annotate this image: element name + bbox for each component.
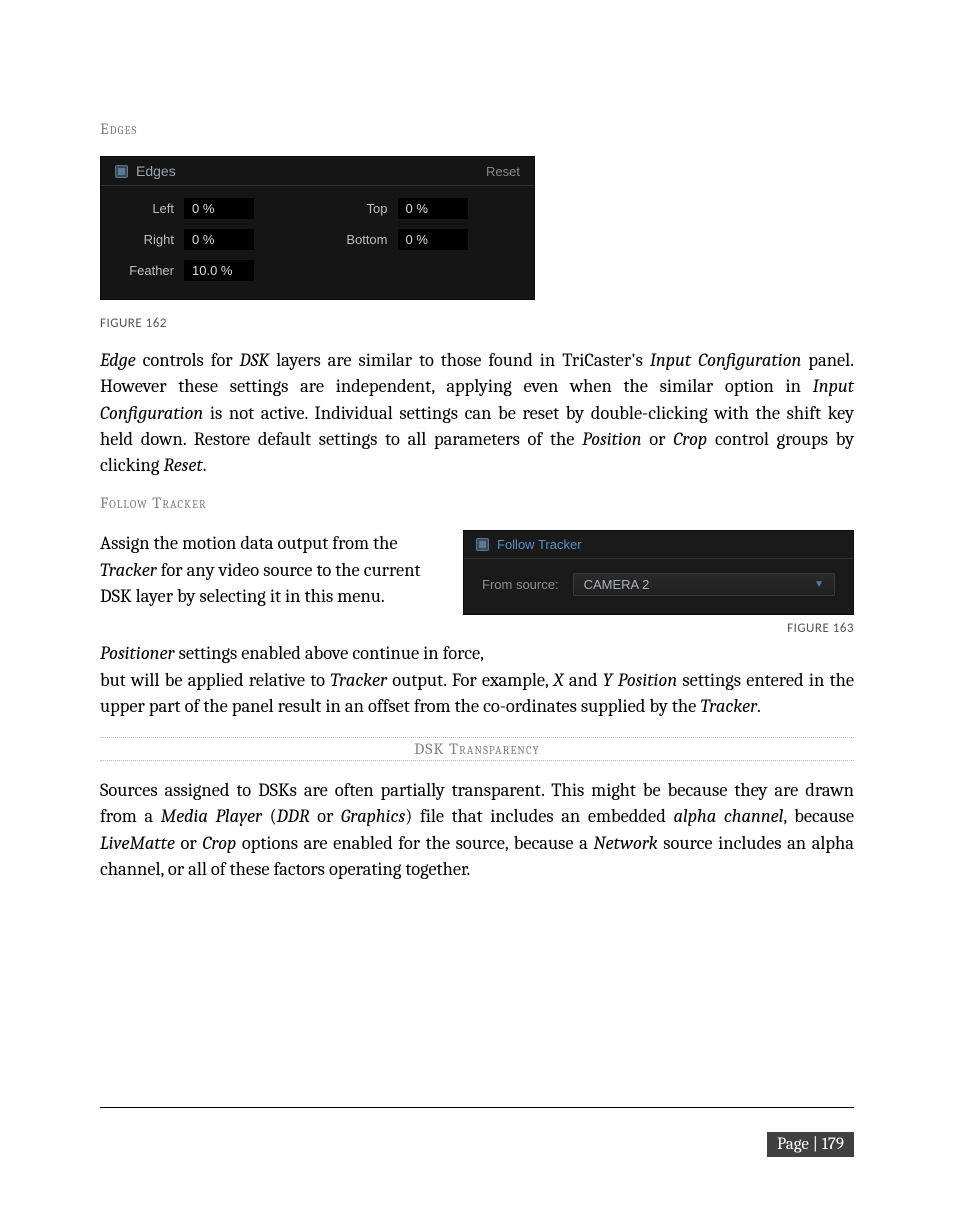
txt-media-player: Media Player [161,805,262,827]
edges-panel: Edges Reset Left 0 % Top 0 % Right 0 % B… [100,156,535,300]
edge-bottom-value[interactable]: 0 % [398,229,468,250]
figure-163-caption: FIGURE 163 [463,621,854,636]
follow-tracker-checkbox-icon[interactable] [476,538,489,551]
edge-feather-value[interactable]: 10.0 % [184,260,254,281]
edge-left-label: Left [119,201,174,216]
edge-bottom-row: Bottom 0 % [333,229,517,250]
txt-position: Position [582,428,641,450]
edges-panel-title: Edges [136,163,176,179]
figure-162-caption: FIGURE 162 [100,316,854,331]
txt-ddr: DDR [277,805,310,827]
txt-reset: Reset [163,454,202,476]
txt-livematte: LiveMatte [100,832,175,854]
edge-right-row: Right 0 % [119,229,303,250]
para-assign-motion: Assign the motion data output from the T… [100,530,445,609]
edges-panel-body: Left 0 % Top 0 % Right 0 % Bottom 0 % Fe… [101,186,534,299]
txt-positioner: Positioner [100,642,175,664]
edge-right-label: Right [119,232,174,247]
follow-tracker-body: From source: CAMERA 2 ▼ [464,559,853,614]
from-source-label: From source: [482,577,559,592]
txt-y-position: Y Position [603,669,677,691]
from-source-value: CAMERA 2 [584,577,650,592]
heading-follow-tracker: Follow Tracker [100,494,854,512]
edge-left-value[interactable]: 0 % [184,198,254,219]
chevron-down-icon: ▼ [814,579,824,590]
txt-crop-2: Crop [202,832,236,854]
txt-network: Network [593,832,657,854]
follow-tracker-block: Assign the motion data output from the T… [100,530,854,636]
from-source-dropdown[interactable]: CAMERA 2 ▼ [573,573,835,596]
edge-bottom-label: Bottom [333,232,388,247]
edge-left-row: Left 0 % [119,198,303,219]
heading-dsk-transparency: DSK Transparency [100,737,854,761]
txt-dsk: DSK [240,349,270,371]
para-edges-controls: Edge controls for DSK layers are similar… [100,347,854,478]
para-positioner-b: but will be applied relative to Tracker … [100,667,854,720]
txt-crop: Crop [673,428,707,450]
txt-tracker-2: Tracker [330,669,387,691]
edge-top-value[interactable]: 0 % [398,198,468,219]
follow-tracker-title: Follow Tracker [497,537,582,552]
edge-top-row: Top 0 % [333,198,517,219]
edge-feather-label: Feather [119,263,174,278]
txt-input-config-1: Input Configuration [650,349,802,371]
txt-tracker: Tracker [100,559,157,581]
edge-right-value[interactable]: 0 % [184,229,254,250]
heading-edges: Edges [100,120,854,138]
edges-title-group: Edges [115,163,176,179]
txt-tracker-3: Tracker [700,695,757,717]
txt-x: X [554,669,564,691]
edges-panel-header: Edges Reset [101,157,534,186]
edges-checkbox-icon[interactable] [115,165,128,178]
edge-feather-row: Feather 10.0 % [119,260,303,281]
para-dsk-sources: Sources assigned to DSKs are often parti… [100,777,854,882]
txt-edge: Edge [100,349,136,371]
para-positioner-a: Positioner settings enabled above contin… [100,640,854,666]
edge-top-label: Top [333,201,388,216]
follow-tracker-panel: Follow Tracker From source: CAMERA 2 ▼ [463,530,854,615]
follow-tracker-header: Follow Tracker [464,531,853,559]
page-number-badge: Page | 179 [767,1132,854,1157]
txt-graphics: Graphics [341,805,405,827]
page-footer: Page | 179 [100,1107,854,1157]
reset-button[interactable]: Reset [486,164,520,179]
txt-alpha-channel: alpha channel [673,805,783,827]
